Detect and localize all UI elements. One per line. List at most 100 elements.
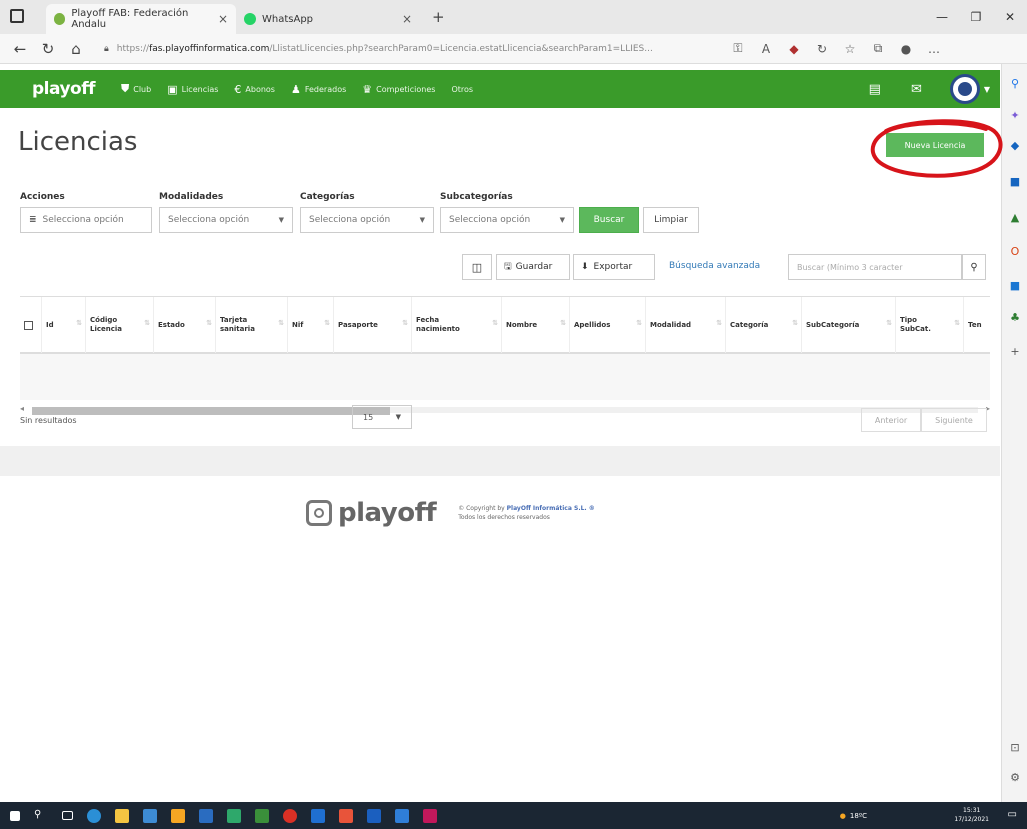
nav-abonos[interactable]: € Abonos bbox=[234, 83, 275, 96]
nav-label: Otros bbox=[451, 84, 474, 94]
page-size-select[interactable]: 15 ▼ bbox=[352, 405, 412, 429]
nav-federados[interactable]: ♟ Federados bbox=[291, 83, 346, 96]
app-icon[interactable] bbox=[255, 808, 269, 823]
file-explorer-icon[interactable] bbox=[115, 808, 129, 823]
column-header-codigo[interactable]: Código Licencia ⇅ bbox=[86, 297, 154, 353]
clock[interactable]: 15:31 17/12/2021 bbox=[954, 806, 989, 824]
tab-close-icon[interactable]: × bbox=[402, 12, 412, 26]
app-icon[interactable] bbox=[143, 808, 157, 823]
column-header-categoria[interactable]: Categoría ⇅ bbox=[726, 297, 802, 353]
nav-otros[interactable]: Otros bbox=[451, 85, 473, 94]
games-icon[interactable]: ▲ bbox=[1008, 210, 1022, 224]
refresh-extension-icon[interactable]: ↻ bbox=[808, 35, 836, 63]
previous-page-button[interactable]: Anterior bbox=[861, 408, 921, 432]
outlook-icon[interactable]: ■ bbox=[1008, 278, 1022, 292]
save-button[interactable]: 🖫 Guardar bbox=[496, 254, 570, 280]
app-icon[interactable] bbox=[227, 808, 241, 823]
nav-licencias[interactable]: ▣ Licencias bbox=[167, 83, 218, 96]
column-header-apellidos[interactable]: Apellidos ⇅ bbox=[570, 297, 646, 353]
columns-toggle-button[interactable]: ◫ bbox=[462, 254, 492, 280]
search-icon[interactable]: ⚲ bbox=[962, 254, 986, 280]
company-link[interactable]: PlayOff Informática S.L. ® bbox=[507, 505, 595, 512]
search-button[interactable]: Buscar bbox=[579, 207, 639, 233]
nav-competiciones[interactable]: ♛ Competiciones bbox=[362, 83, 435, 96]
more-icon[interactable]: … bbox=[920, 35, 948, 63]
modalidades-select[interactable]: Selecciona opción ▼ bbox=[159, 207, 293, 233]
clear-button[interactable]: Limpiar bbox=[643, 207, 699, 233]
app-icon[interactable] bbox=[311, 808, 325, 823]
favorites-icon[interactable]: ☆ bbox=[836, 35, 864, 63]
new-tab-button[interactable]: + bbox=[432, 8, 445, 26]
app-icon[interactable] bbox=[199, 808, 213, 823]
avatar[interactable] bbox=[949, 74, 980, 104]
minimize-icon[interactable]: — bbox=[925, 0, 959, 34]
tab-close-icon[interactable]: × bbox=[218, 12, 228, 26]
chrome-icon[interactable] bbox=[283, 808, 297, 823]
extension-icon[interactable]: ◆ bbox=[780, 35, 808, 63]
settings-icon[interactable]: ⚙ bbox=[1008, 770, 1022, 784]
profile-icon[interactable]: ● bbox=[892, 35, 920, 63]
tab-whatsapp[interactable]: WhatsApp × bbox=[236, 4, 420, 34]
brand-logo[interactable]: playoff bbox=[32, 79, 96, 99]
search-input[interactable]: Buscar (Mínimo 3 caracter bbox=[788, 254, 962, 280]
tab-playoff[interactable]: Playoff FAB: Federación Andalu × bbox=[46, 4, 236, 34]
app-icon[interactable] bbox=[395, 808, 409, 823]
url-field[interactable]: 🔒︎ https:// fas.playoffinformatica.com /… bbox=[104, 38, 724, 60]
export-button[interactable]: ⬇ Exportar bbox=[573, 254, 655, 280]
back-icon[interactable]: ← bbox=[6, 35, 34, 63]
address-bar: ← ↻ ⌂ 🔒︎ https:// fas.playoffinformatica… bbox=[0, 34, 1027, 64]
tag-icon[interactable]: ◆ bbox=[1008, 138, 1022, 152]
column-header-nombre[interactable]: Nombre ⇅ bbox=[502, 297, 570, 353]
advanced-search-link[interactable]: Búsqueda avanzada bbox=[669, 261, 760, 271]
next-page-button[interactable]: Siguiente bbox=[921, 408, 987, 432]
scroll-left-icon[interactable]: ◂ bbox=[20, 404, 24, 413]
tab-actions-icon[interactable] bbox=[10, 9, 24, 23]
lock-icon: 🔒︎ bbox=[104, 43, 109, 54]
app-icon[interactable] bbox=[367, 808, 381, 823]
acciones-select[interactable]: ≣ Selecciona opción bbox=[20, 207, 152, 233]
notifications-icon[interactable]: ▭ bbox=[1008, 809, 1017, 820]
search-icon[interactable]: ⚲ bbox=[1008, 76, 1022, 90]
maximize-icon[interactable]: ❐ bbox=[959, 0, 993, 34]
add-icon[interactable]: + bbox=[1008, 344, 1022, 358]
panel-icon[interactable]: ⊡ bbox=[1008, 740, 1022, 754]
task-view-icon[interactable] bbox=[62, 811, 73, 820]
collections-icon[interactable]: ⧉ bbox=[864, 35, 892, 63]
categorias-select[interactable]: Selecciona opción ▼ bbox=[300, 207, 434, 233]
column-header-estado[interactable]: Estado ⇅ bbox=[154, 297, 216, 353]
select-all-checkbox[interactable] bbox=[24, 320, 33, 330]
nav-club[interactable]: ⛊ Club bbox=[121, 82, 151, 96]
column-header-pasaporte[interactable]: Pasaporte ⇅ bbox=[334, 297, 412, 353]
app-icon[interactable] bbox=[339, 808, 353, 823]
read-aloud-icon[interactable]: A bbox=[752, 35, 780, 63]
subcategorias-select[interactable]: Selecciona opción ▼ bbox=[440, 207, 574, 233]
column-header-id[interactable]: Id ⇅ bbox=[42, 297, 86, 353]
new-licence-button[interactable]: Nueva Licencia bbox=[886, 133, 984, 157]
tree-icon[interactable]: ♣ bbox=[1008, 310, 1022, 324]
search-icon[interactable]: ⚲ bbox=[34, 809, 48, 823]
app-icon[interactable] bbox=[423, 808, 437, 823]
briefcase-icon[interactable]: ■ bbox=[1008, 174, 1022, 188]
app-icon[interactable] bbox=[171, 808, 185, 823]
chart-icon[interactable]: ▤ bbox=[869, 82, 881, 97]
windows-start-icon[interactable] bbox=[10, 810, 20, 821]
close-window-icon[interactable]: ✕ bbox=[993, 0, 1027, 34]
column-header-ten[interactable]: Ten bbox=[964, 297, 990, 353]
column-header-subcategoria[interactable]: SubCategoría ⇅ bbox=[802, 297, 896, 353]
filter-label-subcategorias: Subcategorías bbox=[440, 192, 513, 202]
column-header-modalidad[interactable]: Modalidad ⇅ bbox=[646, 297, 726, 353]
column-header-nif[interactable]: Nif ⇅ bbox=[288, 297, 334, 353]
key-icon[interactable]: ⚿ bbox=[724, 35, 752, 63]
column-header-tarjeta[interactable]: Tarjeta sanitaria ⇅ bbox=[216, 297, 288, 353]
chevron-down-icon[interactable]: ▼ bbox=[984, 85, 990, 94]
mail-icon[interactable]: ✉ bbox=[911, 82, 922, 97]
column-header-fecha[interactable]: Fecha nacimiento ⇅ bbox=[412, 297, 502, 353]
column-header-tipo-subcat[interactable]: Tipo SubCat. ⇅ bbox=[896, 297, 964, 353]
edge-icon[interactable] bbox=[87, 808, 101, 823]
discover-icon[interactable]: ✦ bbox=[1008, 108, 1022, 122]
home-icon[interactable]: ⌂ bbox=[62, 35, 90, 63]
office-icon[interactable]: O bbox=[1008, 244, 1022, 258]
horizontal-scrollbar[interactable]: ◂ ▸ bbox=[20, 404, 990, 416]
scroll-thumb[interactable] bbox=[32, 407, 390, 415]
refresh-icon[interactable]: ↻ bbox=[34, 35, 62, 63]
